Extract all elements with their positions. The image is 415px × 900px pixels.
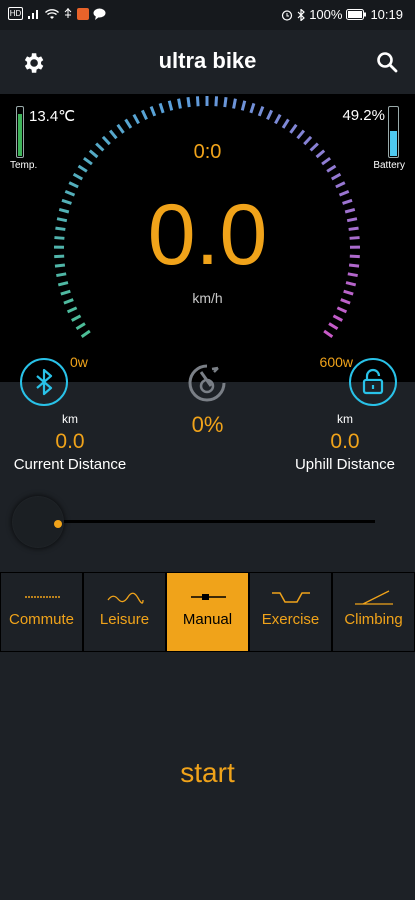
temperature-value: 13.4℃ <box>29 108 76 125</box>
gauge-tick <box>149 106 157 117</box>
assist-level-icon <box>188 364 226 402</box>
status-bar: HD 100% 10:19 <box>0 0 415 30</box>
chat-icon <box>93 8 106 20</box>
gauge-tick <box>177 98 182 109</box>
mode-manual[interactable]: Manual <box>166 572 249 652</box>
gauge-tick <box>257 106 265 117</box>
mode-commute[interactable]: Commute <box>0 572 83 652</box>
search-icon[interactable] <box>375 50 399 74</box>
gauge-tick <box>108 129 118 140</box>
uphill-distance: km 0.0 Uphill Distance <box>283 412 407 473</box>
gauge-tick <box>289 123 298 134</box>
current-distance-label: Current Distance <box>13 456 127 473</box>
gauge-tick <box>140 109 148 121</box>
power-min-label: 0w <box>70 354 88 370</box>
gauge-tick <box>80 329 91 338</box>
usb-icon <box>64 7 72 18</box>
battery-percent: 100% <box>309 7 343 22</box>
alarm-icon <box>282 9 293 21</box>
gauge-tick <box>195 96 200 107</box>
gauge-tick <box>77 164 88 173</box>
lock-icon <box>362 368 384 395</box>
manual-icon <box>191 594 226 600</box>
leisure-icon <box>107 592 144 604</box>
status-icons: HD <box>8 7 106 20</box>
commute-icon <box>25 596 60 598</box>
gauge-tick <box>72 172 84 181</box>
exercise-icon <box>272 592 310 603</box>
mode-selector: Commute Leisure Manual Exercise Climbing <box>0 572 415 652</box>
ride-info: 0% km 0.0 Current Distance km 0.0 Uphill… <box>0 358 415 482</box>
uphill-distance-label: Uphill Distance <box>294 456 396 473</box>
gauge-tick <box>167 100 174 111</box>
climbing-icon <box>355 590 393 605</box>
gauge-tick <box>323 329 334 338</box>
mode-label: Manual <box>182 611 233 628</box>
gauge-tick <box>214 96 219 107</box>
mode-label: Leisure <box>99 611 150 628</box>
gauge-tick <box>75 322 86 331</box>
gauge-tick <box>232 98 237 109</box>
slider-track[interactable] <box>60 520 375 523</box>
gauge-tick <box>332 314 343 322</box>
ride-timer: 0:0 <box>193 141 222 163</box>
lock-button[interactable] <box>349 358 397 406</box>
assist-slider[interactable] <box>0 492 415 552</box>
gauge-tick <box>186 97 191 108</box>
battery-value: 49.2% <box>342 107 385 124</box>
speed-value: 0.0 <box>147 187 268 283</box>
gauge-tick <box>328 322 339 331</box>
gauge-tick <box>71 314 82 322</box>
speed-unit: km/h <box>192 290 223 306</box>
wifi-icon <box>45 8 59 19</box>
gauge-tick <box>296 129 306 140</box>
gauge-tick <box>223 97 228 108</box>
slider-knob[interactable] <box>12 496 64 548</box>
gauge-tick <box>124 118 133 129</box>
start-button[interactable]: start <box>0 757 415 789</box>
gauge-tick <box>158 102 165 114</box>
mode-climbing[interactable]: Climbing <box>332 572 415 652</box>
power-max-label: 600w <box>319 354 353 370</box>
battery-icon <box>346 9 367 20</box>
current-distance-unit: km <box>62 412 78 426</box>
clock: 10:19 <box>370 7 403 22</box>
app-bar: ultra bike <box>0 30 415 94</box>
gauge-tick <box>66 306 78 314</box>
signal-icon <box>28 9 38 19</box>
gauge-tick <box>249 102 256 114</box>
mode-exercise[interactable]: Exercise <box>249 572 332 652</box>
gauge-tick <box>326 164 337 173</box>
mode-leisure[interactable]: Leisure <box>83 572 166 652</box>
gauge-tick <box>274 113 282 125</box>
uphill-distance-value: 0.0 <box>330 430 360 453</box>
uphill-distance-unit: km <box>337 412 353 426</box>
gauge-tick <box>266 109 274 121</box>
slider-indicator <box>54 520 62 528</box>
status-right: 100% 10:19 <box>281 7 403 22</box>
bluetooth-button[interactable] <box>20 358 68 406</box>
hd-icon: HD <box>8 7 23 20</box>
current-distance-value: 0.0 <box>55 430 85 453</box>
current-distance: km 0.0 Current Distance <box>8 412 132 473</box>
gauge-tick <box>281 118 290 129</box>
speedometer-panel: 13.4℃ Temp. 49.2% Battery 0:0 0.0 km/h 0… <box>0 94 415 382</box>
mode-label: Climbing <box>344 611 403 628</box>
bluetooth-status-icon <box>297 8 306 21</box>
gauge-tick <box>336 306 348 314</box>
app-icon <box>77 7 89 20</box>
mode-label: Exercise <box>261 611 320 628</box>
gauge-tick <box>330 172 342 181</box>
gauge-tick <box>132 113 140 125</box>
gauge-tick <box>240 100 247 111</box>
gauge-tick <box>116 123 125 134</box>
bluetooth-icon <box>36 368 53 396</box>
page-title: ultra bike <box>158 48 257 73</box>
mode-label: Commute <box>8 611 75 628</box>
